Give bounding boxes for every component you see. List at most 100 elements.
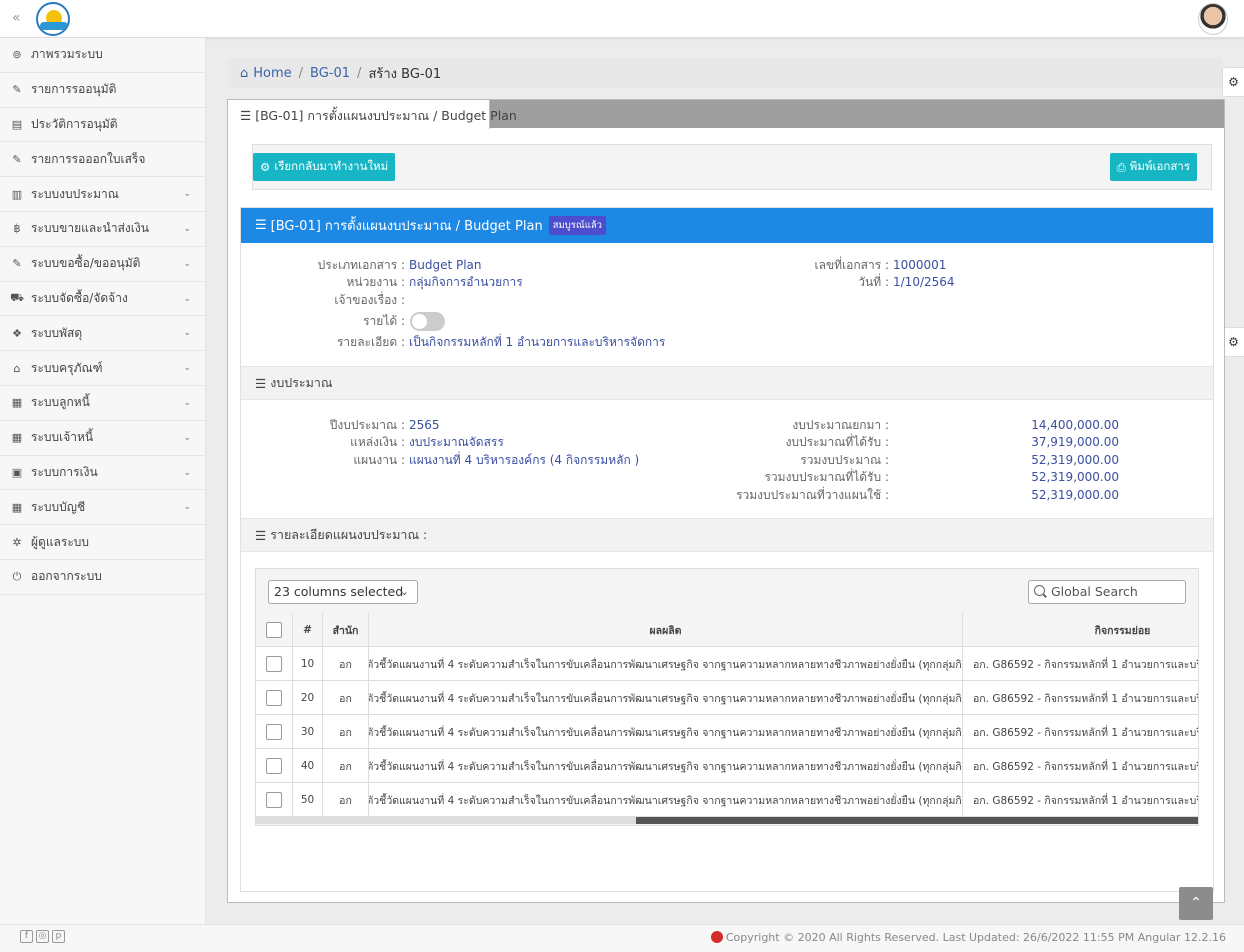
dashboard-icon: ⊚ [12, 48, 22, 62]
breadcrumb-home[interactable]: Home [253, 66, 291, 81]
document-title: [BG-01] การตั้งแผนงบประมาณ / Budget Plan [270, 219, 543, 234]
brand-logo-icon [710, 931, 723, 943]
field-label: เลขที่เอกสาร : [814, 258, 889, 272]
scroll-to-top-button[interactable]: ⌃ [1179, 887, 1213, 920]
sidebar-item[interactable]: ✎ รายการรอออกใบเสร็จ [0, 142, 205, 178]
row-number: 10 [300, 658, 315, 670]
field-date: 1/10/2564 [893, 275, 955, 290]
sidebar-item-label: ประวัติการอนุมัติ [31, 116, 118, 131]
sidebar: ⊚ ภาพรวมระบบ ✎ รายการรออนุมัติ ▤ ประวัติการอน… [0, 38, 206, 924]
chevron-down-icon: ⌄ [183, 397, 191, 408]
app-logo[interactable] [36, 2, 70, 36]
table-row[interactable]: 10 อก O4 - ตัวชี้วัดแผนงานที่ 4 ระดับความส… [256, 647, 1198, 681]
edit-icon: ✎ [12, 257, 22, 271]
plan-detail-title: รายละเอียดแผนงบประมาณ : [270, 527, 428, 542]
sidebar-item[interactable]: ▤ ประวัติการอนุมัติ [0, 108, 205, 143]
print-button[interactable]: ⎙ พิมพ์เอกสาร [1109, 153, 1197, 181]
reload-button[interactable]: ⚙ เรียกกลับมาทำงานใหม่ [253, 153, 396, 181]
table-row[interactable]: 40 อก O4 - ตัวชี้วัดแผนงานที่ 4 ระดับความส… [256, 749, 1198, 783]
menu-icon: ☰ [255, 375, 267, 391]
row-checkbox[interactable] [266, 656, 282, 672]
column-header[interactable]: สำนัก [333, 622, 359, 639]
chevron-down-icon: ⌄ [183, 258, 191, 269]
sidebar-item[interactable]: ▦ ระบบเจ้าหนี้ ⌄ [0, 421, 205, 456]
sidebar-item-label: ระบบขอซื้อ/ขออนุมัติ [31, 256, 141, 271]
sidebar-item-label: ระบบพัสดุ [31, 325, 83, 340]
sidebar-item[interactable]: ฿ ระบบขายและนำส่งเงิน ⌄ [0, 212, 205, 247]
sidebar-item-label: ระบบจัดซื้อ/จัดจ้าง [31, 290, 128, 305]
row-activity: อก. G86592 - กิจกรรมหลักที่ 1 อำนวยการแล… [973, 794, 1198, 807]
row-output: O4 - ตัวชี้วัดแผนงานที่ 4 ระดับความสำเร็… [369, 692, 963, 705]
sidebar-item[interactable]: ⛟ ระบบจัดซื้อ/จัดจ้าง ⌄ [0, 282, 205, 317]
wrench-icon: ✲ [12, 535, 22, 549]
sidebar-item-label: ออกจากระบบ [31, 569, 102, 584]
row-office: อก [339, 692, 352, 705]
user-avatar[interactable] [1198, 3, 1228, 35]
instagram-icon[interactable]: ◎ [36, 930, 49, 943]
chevron-down-icon: ⌄ [183, 363, 191, 374]
sidebar-item[interactable]: ✎ ระบบขอซื้อ/ขออนุมัติ ⌄ [0, 247, 205, 282]
chevron-down-icon: ⌄ [183, 467, 191, 478]
sidebar-item[interactable]: ✲ ผู้ดูแลระบบ [0, 525, 205, 560]
row-checkbox[interactable] [266, 792, 282, 808]
home-icon[interactable]: ⌂ [240, 66, 248, 81]
facebook-icon[interactable]: f [20, 930, 33, 943]
row-number: 40 [300, 760, 315, 772]
sidebar-item[interactable]: ▦ ระบบลูกหนี้ ⌄ [0, 386, 205, 421]
sidebar-item[interactable]: ⌂ ระบบครุภัณฑ์ ⌄ [0, 351, 205, 386]
breadcrumb: ⌂ Home / BG-01 / สร้าง BG-01 [228, 58, 1222, 88]
breadcrumb-bg01[interactable]: BG-01 [310, 66, 350, 81]
column-selector[interactable]: 23 columns selected ⌄ [268, 580, 418, 604]
sidebar-item[interactable]: ✎ รายการรออนุมัติ [0, 73, 205, 108]
sidebar-item[interactable]: ▣ ระบบการเงิน ⌄ [0, 456, 205, 491]
budget-fields-left: ปีงบประมาณ : 2565 แหล่งเงิน : งบประมาณจัดส… [301, 417, 640, 469]
table-row[interactable]: 50 อก O4 - ตัวชี้วัดแผนงานที่ 4 ระดับความส… [256, 783, 1198, 817]
copyright: Copyright © 2020 All Rights Reserved. La… [710, 931, 1226, 944]
row-checkbox[interactable] [266, 724, 282, 740]
global-search-input[interactable]: Global Search [1028, 580, 1186, 604]
document-fields-left: ประเภทเอกสาร : Budget Plan หน่วยงาน : กลุ่… [301, 257, 666, 352]
sidebar-item-label: ระบบเจ้าหนี้ [31, 430, 94, 445]
scrollbar-thumb[interactable] [636, 817, 1198, 824]
row-office: อก [339, 760, 352, 773]
edit-icon: ✎ [12, 152, 22, 166]
theme-gear-icon[interactable]: ⚙ [1222, 327, 1244, 357]
sidebar-item[interactable]: ▦ ระบบบัญชี ⌄ [0, 490, 205, 526]
sidebar-item[interactable]: ⊚ ภาพรวมระบบ [0, 38, 205, 73]
income-toggle[interactable] [410, 312, 445, 332]
table-row[interactable]: 20 อก O4 - ตัวชี้วัดแผนงานที่ 4 ระดับความส… [256, 681, 1198, 715]
field-label: รายได้ : [363, 314, 405, 329]
row-output: O4 - ตัวชี้วัดแผนงานที่ 4 ระดับความสำเร็… [369, 658, 963, 671]
row-number: 20 [300, 692, 315, 704]
column-header[interactable]: # [303, 624, 312, 636]
field-plan: แผนงานที่ 4 บริหารองค์กร (4 กิจกรรมหลัก … [409, 452, 640, 467]
settings-gear-icon[interactable]: ⚙ [1222, 67, 1244, 97]
table-row[interactable]: 30 อก O4 - ตัวชี้วัดแผนงานที่ 4 ระดับความส… [256, 715, 1198, 749]
sidebar-item[interactable]: ⏻ ออกจากระบบ [0, 560, 205, 595]
field-label: ประเภทเอกสาร : [317, 258, 405, 272]
row-checkbox[interactable] [266, 690, 282, 706]
field-doc-type: Budget Plan [409, 258, 482, 272]
field-label: แผนงาน : [353, 452, 405, 467]
field-label: เจ้าของเรื่อง : [334, 292, 405, 307]
field-label: หน่วยงาน : [346, 275, 405, 290]
pinterest-icon[interactable]: p [52, 930, 65, 943]
sidebar-collapse-icon[interactable]: « [12, 10, 21, 26]
select-all-checkbox[interactable] [266, 622, 282, 638]
sidebar-item[interactable]: ▥ ระบบงบประมาณ ⌄ [0, 177, 205, 212]
budget-fields-right-labels: งบประมาณยกมา : งบประมาณที่ได้รับ : รวมงบ… [711, 417, 889, 504]
field-doc-number: 1000001 [893, 258, 947, 272]
sidebar-item[interactable]: ❖ ระบบพัสดุ ⌄ [0, 316, 205, 352]
reload-button-label: เรียกกลับมาทำงานใหม่ [274, 159, 389, 173]
tab-bg01[interactable]: ☰ [BG-01] การตั้งแผนงบประมาณ / Budget Pl… [228, 100, 517, 129]
cart-icon: ⛟ [10, 290, 24, 304]
bank-icon: ⌂ [13, 361, 21, 375]
horizontal-scrollbar[interactable] [256, 817, 1198, 824]
row-checkbox[interactable] [266, 758, 282, 774]
column-header[interactable]: กิจกรรมย่อย [1095, 622, 1151, 639]
footer: f ◎ p Copyright © 2020 All Rights Reserved… [0, 924, 1244, 952]
row-activity: อก. G86592 - กิจกรรมหลักที่ 1 อำนวยการแล… [973, 760, 1198, 773]
plan-detail-table: 23 columns selected ⌄ Global Search # สำน… [255, 568, 1199, 826]
column-header[interactable]: ผลผลิต [650, 622, 682, 639]
money-icon: ▣ [11, 465, 23, 479]
